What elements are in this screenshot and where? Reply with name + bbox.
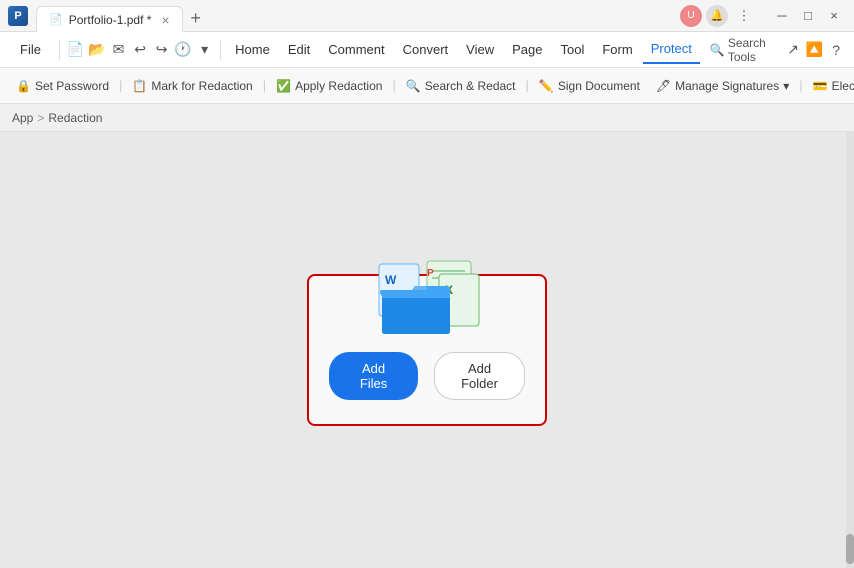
add-tab-button[interactable]: + <box>183 5 209 31</box>
manage-signatures-button[interactable]: 🖊 Manage Signatures ▾ <box>648 75 797 97</box>
separator-1 <box>59 40 60 60</box>
search-redact-icon: 🔍 <box>406 79 421 93</box>
elec-icon: 💳 <box>813 79 828 93</box>
redo-icon[interactable]: ↪ <box>152 37 172 63</box>
breadcrumb-separator: > <box>37 111 44 125</box>
svg-text:P: P <box>427 268 434 279</box>
apply-redaction-button[interactable]: ✅ Apply Redaction <box>268 75 390 97</box>
folder-illustration: W X P <box>367 256 487 336</box>
menu-page[interactable]: Page <box>504 36 550 64</box>
breadcrumb-section: Redaction <box>48 111 102 125</box>
lock-icon: 🔒 <box>16 79 31 93</box>
breadcrumb: App > Redaction <box>0 104 854 132</box>
history-icon[interactable]: 🕐 <box>173 37 193 63</box>
set-password-button[interactable]: 🔒 Set Password <box>8 75 117 97</box>
menu-protect[interactable]: Protect <box>643 36 700 64</box>
save-icon[interactable]: ✉ <box>109 37 129 63</box>
title-bar-left: P <box>0 6 36 26</box>
search-tools-button[interactable]: 🔍 Search Tools <box>704 36 781 64</box>
active-tab[interactable]: 📄 Portfolio-1.pdf * × <box>36 6 183 32</box>
menu-file[interactable]: File <box>12 36 49 64</box>
search-icon: 🔍 <box>710 43 725 57</box>
notification-icon[interactable]: 🔔 <box>706 5 728 27</box>
search-redact-button[interactable]: 🔍 Search & Redact <box>398 75 524 97</box>
menu-convert[interactable]: Convert <box>395 36 457 64</box>
electronic-button[interactable]: 💳 Electro ▸ <box>805 75 854 97</box>
add-folder-button[interactable]: Add Folder <box>434 352 525 400</box>
title-bar-icons: U 🔔 ⋮ <box>674 4 762 28</box>
protect-toolbar: 🔒 Set Password | 📋 Mark for Redaction | … <box>0 68 854 104</box>
tab-title: Portfolio-1.pdf * <box>69 13 152 27</box>
sync-icon[interactable]: 🔼 <box>805 37 825 63</box>
help-icon[interactable]: ? <box>826 37 846 63</box>
close-tab-icon[interactable]: × <box>161 12 169 28</box>
window-controls: ─ □ × <box>762 4 854 28</box>
app-logo: P <box>8 6 28 26</box>
menu-tool[interactable]: Tool <box>552 36 592 64</box>
drop-zone: W X P Add Files Add Folder <box>307 274 547 426</box>
minimize-button[interactable]: ─ <box>770 4 794 28</box>
add-files-button[interactable]: Add Files <box>329 352 418 400</box>
undo-icon[interactable]: ↩ <box>130 37 150 63</box>
menu-form[interactable]: Form <box>594 36 640 64</box>
external-link-icon[interactable]: ↗ <box>783 37 803 63</box>
apply-icon: ✅ <box>276 79 291 93</box>
mark-redaction-button[interactable]: 📋 Mark for Redaction <box>124 75 260 97</box>
close-button[interactable]: × <box>822 4 846 28</box>
button-row: Add Files Add Folder <box>329 352 525 400</box>
separator-2 <box>220 40 221 60</box>
sign-document-button[interactable]: ✏️ Sign Document <box>531 75 648 97</box>
menu-edit[interactable]: Edit <box>280 36 318 64</box>
menu-home[interactable]: Home <box>227 36 278 64</box>
more-options-icon[interactable]: ⋮ <box>732 4 756 28</box>
menu-comment[interactable]: Comment <box>320 36 392 64</box>
file-tools: File <box>8 36 53 64</box>
new-file-icon[interactable]: 📄 <box>66 37 86 63</box>
main-content: W X P Add Files Add Folder <box>0 132 854 568</box>
breadcrumb-app: App <box>12 111 33 125</box>
menu-bar: File 📄 📂 ✉ ↩ ↪ 🕐 ▾ Home Edit Comment Con… <box>0 32 854 68</box>
share-icon[interactable]: ▾ <box>195 37 215 63</box>
maximize-button[interactable]: □ <box>796 4 820 28</box>
menu-view[interactable]: View <box>458 36 502 64</box>
sign-icon: ✏️ <box>539 79 554 93</box>
scrollbar-track[interactable] <box>846 132 854 568</box>
svg-text:W: W <box>385 273 397 287</box>
scrollbar-thumb[interactable] <box>846 534 854 564</box>
tab-bar: 📄 Portfolio-1.pdf * × + <box>36 0 674 31</box>
open-file-icon[interactable]: 📂 <box>87 37 107 63</box>
dropdown-icon: ▾ <box>783 79 789 93</box>
avatar: U <box>680 5 702 27</box>
sig-icon: 🖊 <box>656 79 671 93</box>
mark-icon: 📋 <box>132 79 147 93</box>
title-bar: P 📄 Portfolio-1.pdf * × + U 🔔 ⋮ ─ □ × <box>0 0 854 32</box>
